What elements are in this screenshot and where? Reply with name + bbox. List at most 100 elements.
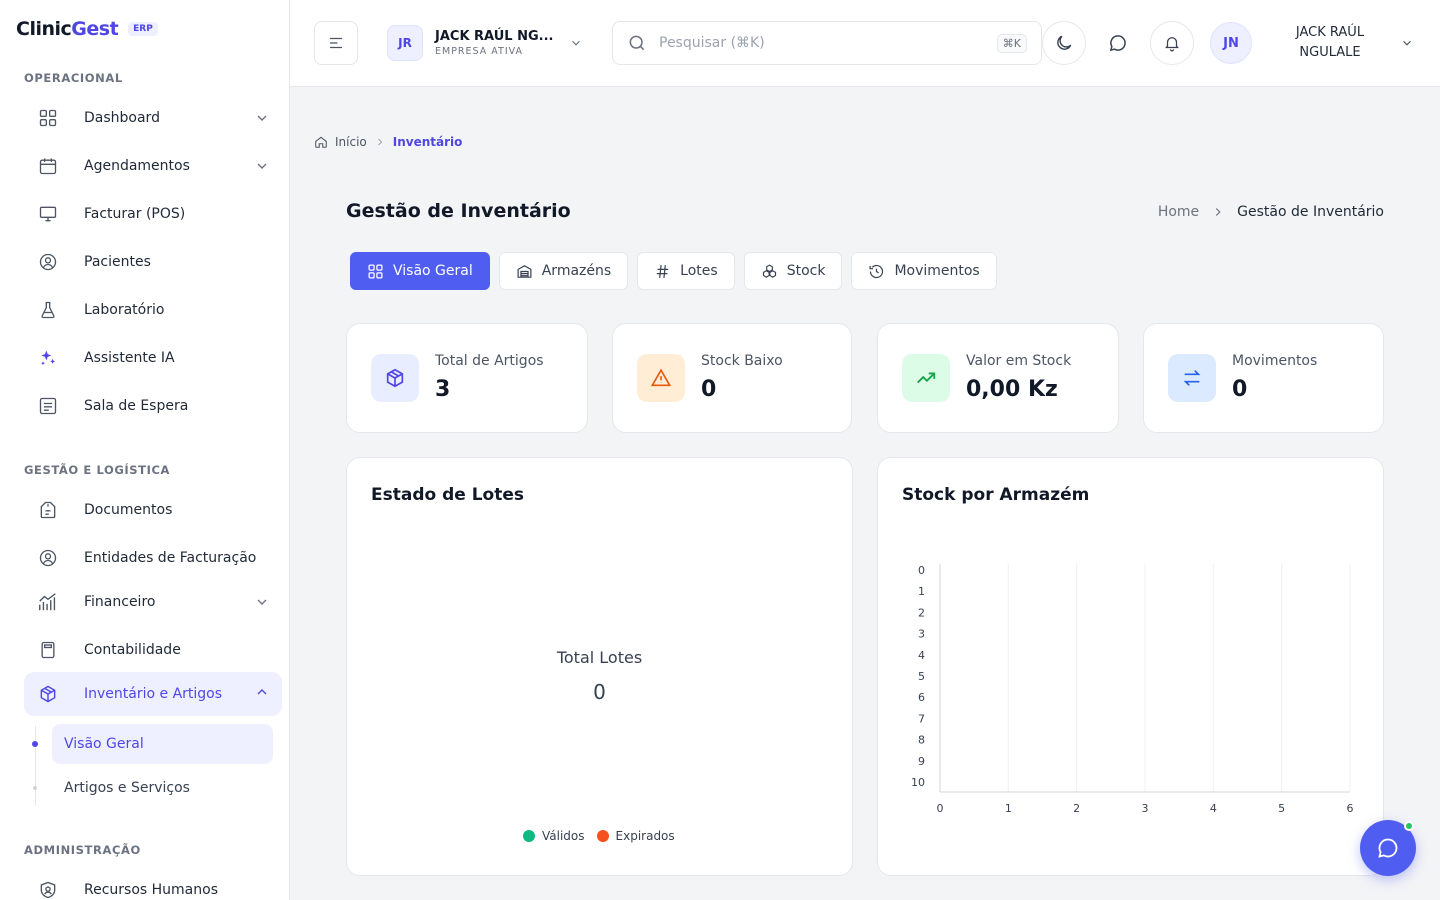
warehouse-icon	[516, 263, 533, 280]
page-crumb-home[interactable]: Home	[1158, 204, 1199, 220]
bar-chart-icon	[36, 590, 60, 614]
inventory-tabs: Visão Geral Armazéns Lotes Stock Movimen…	[350, 252, 997, 290]
legend-item-expirados[interactable]: Expirados	[596, 829, 675, 843]
x-tick-label: 5	[1278, 802, 1285, 815]
chevron-down-icon	[254, 110, 270, 126]
section-label-gestao: GESTÃO E LOGÍSTICA	[24, 463, 171, 477]
sidebar-item-dashboard[interactable]: Dashboard	[24, 96, 282, 140]
company-status: EMPRESA ATIVA	[435, 46, 524, 57]
legend-label: Válidos	[542, 829, 585, 843]
section-label-administracao: ADMINISTRAÇÃO	[24, 843, 141, 857]
sidebar-item-inventario[interactable]: Inventário e Artigos	[24, 672, 282, 716]
chevron-down-icon[interactable]	[1400, 36, 1414, 50]
sidebar-item-label: Laboratório	[84, 302, 165, 318]
tab-armazens[interactable]: Armazéns	[498, 252, 629, 290]
tab-stock[interactable]: Stock	[743, 252, 843, 290]
user-name[interactable]: JACK RAÚL NGULALE	[1270, 23, 1390, 63]
brand-logo[interactable]: ClinicGest ERP	[16, 18, 158, 40]
chevron-down-icon	[254, 594, 270, 610]
sidebar-item-facturar[interactable]: Facturar (POS)	[24, 192, 282, 236]
x-tick-label: 0	[937, 802, 944, 815]
user-circle-icon	[36, 546, 60, 570]
chevron-down-icon	[569, 36, 583, 50]
online-indicator	[1404, 821, 1414, 831]
brand-name-a: Clinic	[16, 18, 72, 40]
trending-up-icon	[902, 354, 950, 402]
user-name-line1: JACK RAÚL	[1295, 25, 1365, 40]
breadcrumb-home[interactable]: Início	[335, 135, 367, 149]
sidebar-item-laboratorio[interactable]: Laboratório	[24, 288, 282, 332]
stat-label: Total de Artigos	[435, 353, 544, 369]
stat-value: 0	[1232, 377, 1248, 402]
home-icon[interactable]	[314, 135, 328, 149]
tab-label: Visão Geral	[393, 263, 473, 279]
tab-label: Armazéns	[541, 263, 612, 279]
sparkles-icon	[36, 346, 60, 370]
y-tick-label: 4	[918, 649, 925, 662]
search-box[interactable]: ⌘K	[612, 21, 1042, 65]
user-avatar[interactable]: JN	[1210, 22, 1252, 64]
chat-support-button[interactable]	[1360, 820, 1416, 876]
top-header: JR JACK RAÚL NG... EMPRESA ATIVA ⌘K JN J…	[290, 0, 1440, 87]
tab-lotes[interactable]: Lotes	[637, 252, 735, 290]
tab-label: Lotes	[680, 263, 718, 279]
stat-value: 0,00 Kz	[966, 377, 1058, 402]
sidebar: ClinicGest ERP OPERACIONAL Dashboard Age…	[0, 0, 290, 900]
brand-badge: ERP	[128, 22, 158, 36]
sidebar-item-label: Documentos	[84, 502, 173, 518]
cube-icon	[371, 354, 419, 402]
warning-icon	[637, 354, 685, 402]
chevron-right-icon	[1211, 205, 1225, 219]
tab-movimentos[interactable]: Movimentos	[851, 252, 997, 290]
y-tick-label: 6	[918, 691, 925, 704]
messages-button[interactable]	[1096, 21, 1140, 65]
x-tick-label: 6	[1347, 802, 1354, 815]
sidebar-item-label: Sala de Espera	[84, 398, 189, 414]
x-tick-label: 1	[1005, 802, 1012, 815]
theme-toggle-button[interactable]	[1042, 21, 1086, 65]
card-title: Estado de Lotes	[371, 485, 524, 505]
sidebar-subitem-visao-geral[interactable]: Visão Geral	[52, 724, 273, 764]
sidebar-item-sala-de-espera[interactable]: Sala de Espera	[24, 384, 282, 428]
company-switcher[interactable]: JR JACK RAÚL NG... EMPRESA ATIVA	[387, 25, 583, 61]
stat-value: 0	[701, 377, 717, 402]
stat-card-valor-stock: Valor em Stock 0,00 Kz	[877, 323, 1119, 433]
x-tick-label: 3	[1142, 802, 1149, 815]
donut-legend: Válidos Expirados	[523, 829, 679, 843]
legend-item-validos[interactable]: Válidos	[523, 829, 585, 843]
y-tick-label: 3	[918, 628, 925, 641]
sidebar-item-pacientes[interactable]: Pacientes	[24, 240, 282, 284]
search-icon	[627, 33, 647, 53]
history-icon	[868, 263, 885, 280]
legend-dot	[596, 830, 609, 842]
sidebar-item-recursos-humanos[interactable]: Recursos Humanos	[24, 868, 282, 900]
chevron-up-icon	[254, 684, 270, 700]
tab-visao-geral[interactable]: Visão Geral	[350, 252, 490, 290]
search-shortcut-badge: ⌘K	[996, 33, 1027, 53]
chevron-right-icon	[374, 136, 386, 148]
menu-toggle-button[interactable]	[314, 21, 358, 65]
list-box-icon	[36, 394, 60, 418]
stat-card-movimentos: Movimentos 0	[1143, 323, 1384, 433]
sidebar-item-entidades[interactable]: Entidades de Facturação	[24, 536, 282, 580]
sidebar-item-contabilidade[interactable]: Contabilidade	[24, 628, 282, 672]
sidebar-item-agendamentos[interactable]: Agendamentos	[24, 144, 282, 188]
submenu-line	[35, 726, 36, 806]
legend-label: Expirados	[615, 829, 675, 843]
x-tick-label: 4	[1210, 802, 1217, 815]
user-name-line2: NGULALE	[1299, 45, 1361, 60]
sidebar-subitem-artigos[interactable]: Artigos e Serviços	[52, 768, 273, 808]
sidebar-item-assistente-ia[interactable]: Assistente IA	[24, 336, 282, 380]
sidebar-item-label: Contabilidade	[84, 642, 181, 658]
sidebar-item-financeiro[interactable]: Financeiro	[24, 580, 282, 624]
y-tick-label: 9	[918, 755, 925, 768]
chat-icon	[1376, 836, 1400, 860]
page-breadcrumb: Home Gestão de Inventário	[1158, 204, 1384, 220]
sidebar-item-documentos[interactable]: Documentos	[24, 488, 282, 532]
brand-name: ClinicGest	[16, 18, 119, 40]
notifications-button[interactable]	[1150, 21, 1194, 65]
search-input[interactable]	[659, 35, 997, 51]
donut-center-value: 0	[593, 680, 606, 704]
document-icon	[36, 498, 60, 522]
submenu-dot	[33, 786, 37, 790]
